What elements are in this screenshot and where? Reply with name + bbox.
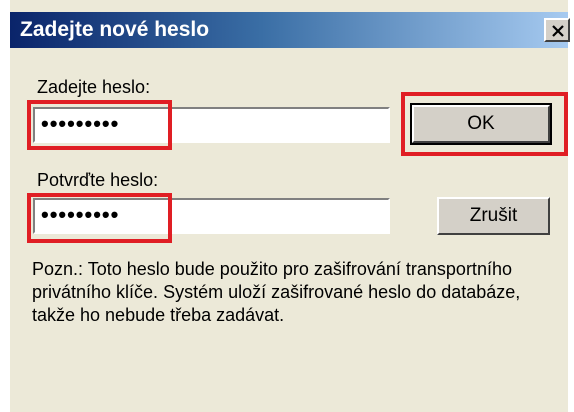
dialog-window: Zadejte nové heslo Zadejte heslo: ••••••… (0, 0, 574, 412)
close-button[interactable] (544, 18, 570, 42)
confirm-label: Potvrďte heslo: (37, 170, 159, 190)
password-highlight (27, 100, 172, 150)
confirm-highlight (27, 193, 172, 243)
password-label: Zadejte heslo: (37, 77, 151, 97)
cancel-button[interactable]: Zrušit (437, 197, 550, 235)
title-bar[interactable]: Zadejte nové heslo (10, 12, 570, 48)
dialog-title: Zadejte nové heslo (20, 18, 210, 41)
close-icon (552, 25, 564, 37)
note-text: Pozn.: Toto heslo bude použito pro zašif… (32, 259, 521, 325)
left-edge (0, 0, 10, 412)
right-edge (568, 0, 574, 412)
ok-highlight (401, 92, 568, 156)
cancel-button-label: Zrušit (469, 205, 518, 226)
